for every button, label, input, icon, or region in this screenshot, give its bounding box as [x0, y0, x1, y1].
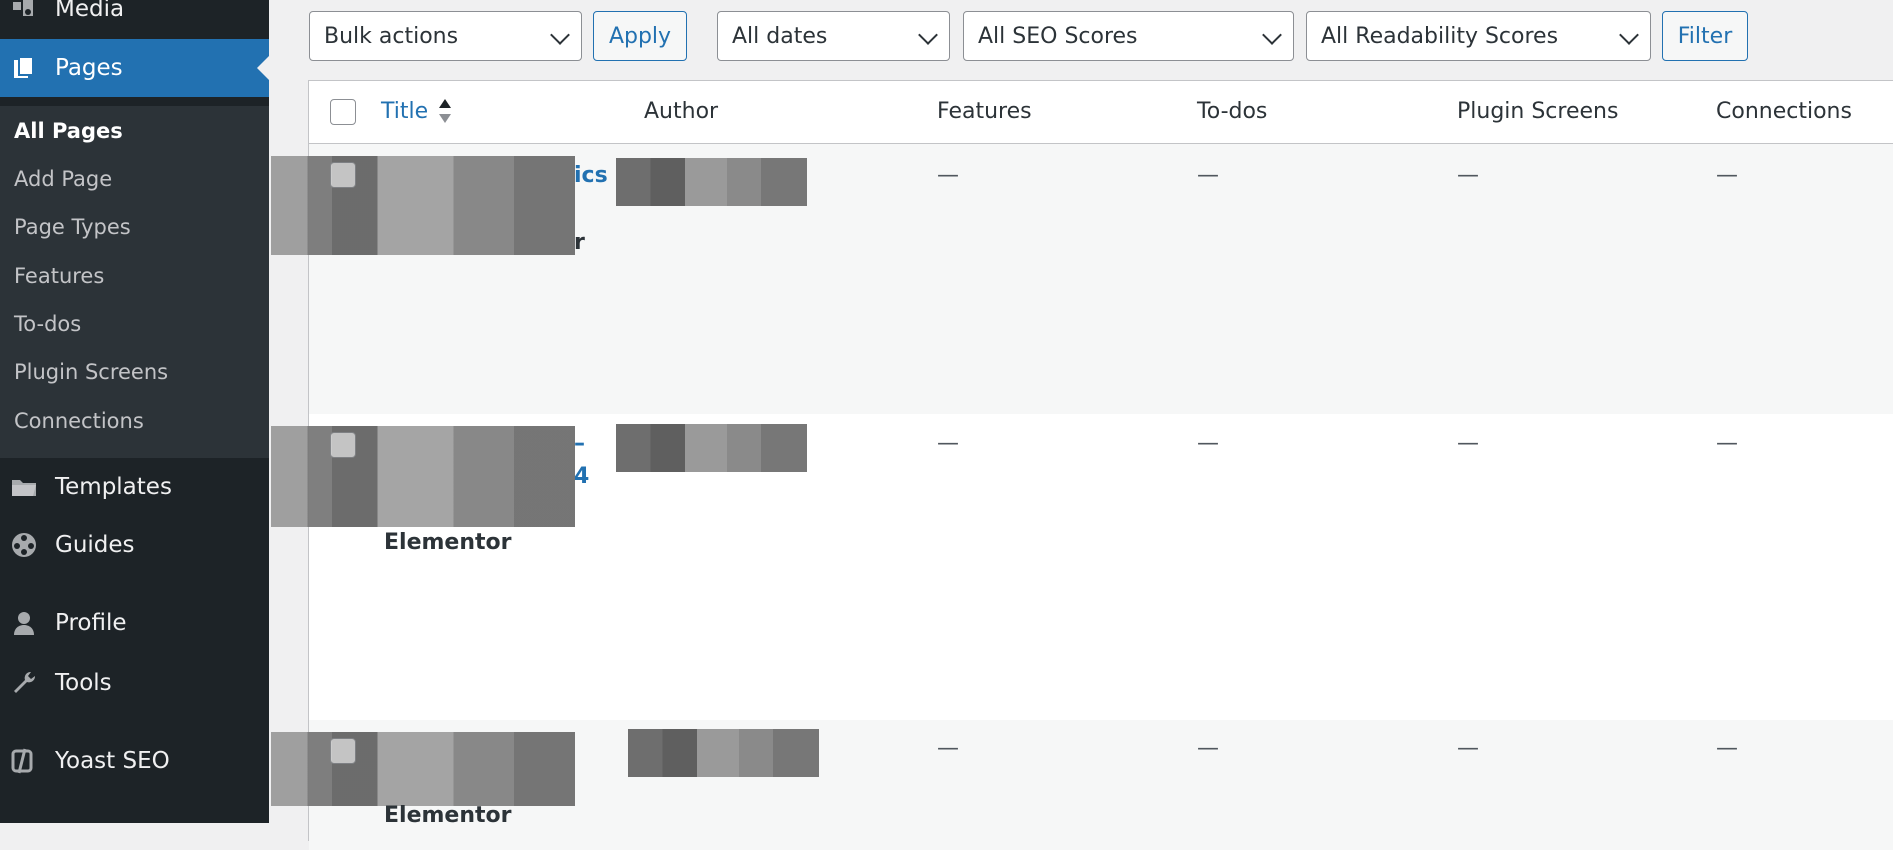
- chevron-down-icon: [1262, 25, 1282, 45]
- table-row: – 4 Elementor — — — —: [271, 414, 1893, 720]
- pages-submenu: All Pages Add Page Page Types Features T…: [0, 106, 269, 458]
- column-features: Features: [937, 99, 1032, 124]
- submenu-add-page[interactable]: Add Page: [14, 167, 112, 191]
- readability-scores-value: All Readability Scores: [1321, 23, 1559, 49]
- sort-icon[interactable]: [437, 97, 453, 125]
- chevron-down-icon: [918, 25, 938, 45]
- pages-icon: [9, 53, 39, 83]
- row-checkbox[interactable]: [330, 432, 356, 458]
- folder-icon: [9, 472, 39, 502]
- submenu-features[interactable]: Features: [14, 264, 104, 288]
- features-cell: —: [937, 163, 959, 188]
- redacted-title: [271, 732, 575, 806]
- bulk-actions-select[interactable]: Bulk actions: [309, 11, 582, 61]
- to-dos-cell: —: [1197, 431, 1219, 456]
- menu-item-tools[interactable]: Tools: [0, 654, 269, 712]
- menu-item-guides[interactable]: Guides: [0, 516, 269, 574]
- column-to-dos: To-dos: [1197, 99, 1268, 124]
- title-fragment[interactable]: –: [574, 431, 585, 456]
- menu-label: Guides: [55, 532, 135, 558]
- plugin-screens-cell: —: [1457, 736, 1479, 761]
- to-dos-cell: —: [1197, 736, 1219, 761]
- menu-label: Profile: [55, 610, 127, 636]
- page-builder-label: Elementor: [384, 803, 512, 828]
- menu-item-pages[interactable]: Pages: [0, 39, 269, 97]
- column-connections: Connections: [1716, 99, 1852, 124]
- menu-item-templates[interactable]: Templates: [0, 458, 269, 516]
- column-plugin-screens: Plugin Screens: [1457, 99, 1619, 124]
- chevron-down-icon: [550, 25, 570, 45]
- menu-item-yoast-seo[interactable]: Yoast SEO: [0, 732, 269, 790]
- select-all-checkbox[interactable]: [330, 99, 356, 125]
- chevron-down-icon: [1619, 25, 1639, 45]
- row-checkbox[interactable]: [330, 162, 356, 188]
- dates-select[interactable]: All dates: [717, 11, 950, 61]
- title-fragment[interactable]: ics: [574, 163, 608, 188]
- yoast-icon: [9, 746, 39, 776]
- redacted-author: [616, 158, 807, 206]
- bulk-actions-value: Bulk actions: [324, 23, 459, 49]
- apply-button[interactable]: Apply: [593, 11, 687, 61]
- connections-cell: —: [1716, 736, 1738, 761]
- readability-scores-select[interactable]: All Readability Scores: [1306, 11, 1651, 61]
- redacted-author: [616, 424, 807, 472]
- wrench-icon: [9, 668, 39, 698]
- admin-sidebar: Media Pages All Pages Add Page Page Type…: [0, 0, 269, 823]
- table-row: Elementor — — — —: [271, 720, 1893, 850]
- submenu-plugin-screens[interactable]: Plugin Screens: [14, 360, 168, 384]
- column-author: Author: [644, 99, 719, 124]
- submenu-all-pages[interactable]: All Pages: [14, 119, 123, 143]
- menu-label: Pages: [55, 55, 123, 81]
- seo-scores-select[interactable]: All SEO Scores: [963, 11, 1294, 61]
- menu-label: Yoast SEO: [55, 748, 170, 774]
- seo-scores-value: All SEO Scores: [978, 23, 1138, 49]
- menu-label: Templates: [55, 474, 172, 500]
- redacted-author: [628, 729, 819, 777]
- title-fragment[interactable]: 4: [574, 464, 589, 489]
- menu-item-profile[interactable]: Profile: [0, 594, 269, 652]
- title-fragment: r: [574, 230, 585, 255]
- submenu-connections[interactable]: Connections: [14, 409, 144, 433]
- pages-table: Title Author Features To-dos Plugin Scre…: [271, 80, 1893, 850]
- dates-value: All dates: [732, 23, 828, 49]
- plugin-screens-cell: —: [1457, 163, 1479, 188]
- table-header: Title Author Features To-dos Plugin Scre…: [309, 81, 1893, 144]
- features-cell: —: [937, 431, 959, 456]
- user-icon: [9, 608, 39, 638]
- redacted-title: [271, 426, 575, 527]
- connections-cell: —: [1716, 431, 1738, 456]
- menu-label: Tools: [55, 670, 112, 696]
- to-dos-cell: —: [1197, 163, 1219, 188]
- submenu-page-types[interactable]: Page Types: [14, 215, 131, 239]
- menu-label: Media: [55, 0, 125, 22]
- submenu-to-dos[interactable]: To-dos: [14, 312, 81, 336]
- row-checkbox[interactable]: [330, 738, 356, 764]
- guides-icon: [9, 530, 39, 560]
- features-cell: —: [937, 736, 959, 761]
- column-title[interactable]: Title: [381, 99, 428, 124]
- connections-cell: —: [1716, 163, 1738, 188]
- filter-button[interactable]: Filter: [1662, 11, 1748, 61]
- plugin-screens-cell: —: [1457, 431, 1479, 456]
- menu-item-media[interactable]: Media: [0, 0, 269, 38]
- redacted-title: [271, 156, 575, 255]
- table-row: ics r — — — —: [271, 144, 1893, 414]
- media-icon: [9, 0, 39, 24]
- page-builder-label: Elementor: [384, 530, 512, 555]
